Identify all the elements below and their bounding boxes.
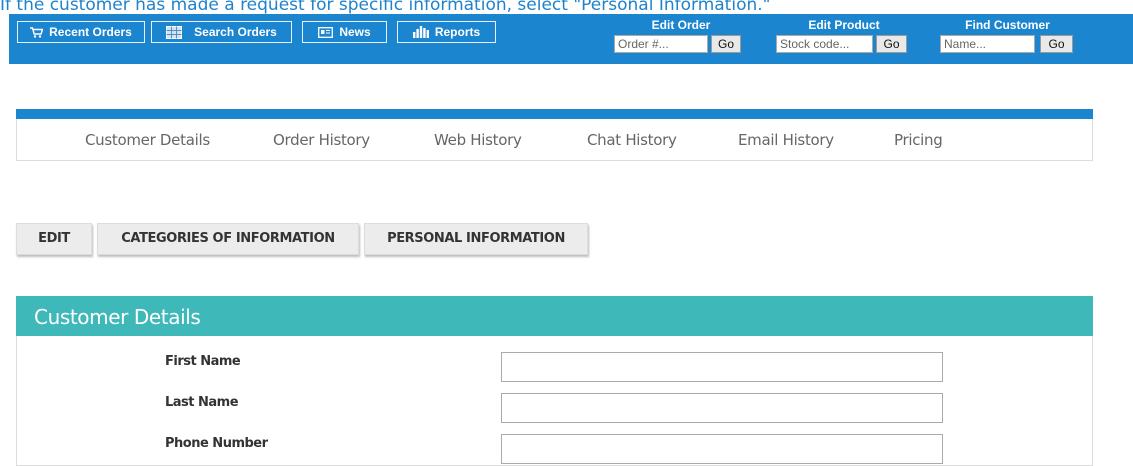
- news-label: News: [339, 25, 371, 39]
- cart-icon: [30, 26, 44, 38]
- tab-web-history[interactable]: Web History: [434, 119, 522, 160]
- edit-order-title: Edit Order: [651, 18, 711, 32]
- search-orders-label: Search Orders: [194, 25, 277, 39]
- top-navigation-bar: Recent Orders Search Orders News Reports…: [9, 14, 1133, 64]
- edit-product-go-button[interactable]: Go: [876, 35, 907, 53]
- last-name-field[interactable]: [501, 393, 943, 423]
- tab-pricing[interactable]: Pricing: [894, 119, 943, 160]
- recent-orders-button[interactable]: Recent Orders: [17, 21, 145, 43]
- categories-of-information-button[interactable]: CATEGORIES OF INFORMATION: [97, 223, 359, 255]
- grid-icon: [166, 25, 183, 39]
- customer-tabs: Customer Details Order History Web Histo…: [16, 119, 1093, 161]
- reports-label: Reports: [434, 25, 481, 39]
- reports-button[interactable]: Reports: [397, 21, 496, 43]
- customer-name-input[interactable]: [940, 35, 1035, 53]
- tab-email-history[interactable]: Email History: [738, 119, 834, 160]
- search-orders-button[interactable]: Search Orders: [151, 21, 292, 43]
- stock-code-input[interactable]: [776, 35, 873, 53]
- find-customer-go-button[interactable]: Go: [1040, 35, 1073, 53]
- edit-button[interactable]: EDIT: [16, 223, 92, 255]
- tab-order-history[interactable]: Order History: [273, 119, 370, 160]
- personal-information-button[interactable]: PERSONAL INFORMATION: [364, 223, 588, 255]
- edit-order-go-button[interactable]: Go: [711, 35, 741, 53]
- phone-number-field[interactable]: [501, 434, 943, 464]
- tab-chat-history[interactable]: Chat History: [587, 119, 677, 160]
- first-name-label: First Name: [165, 354, 241, 369]
- tab-customer-details[interactable]: Customer Details: [85, 119, 210, 160]
- recent-orders-label: Recent Orders: [49, 25, 132, 39]
- news-button[interactable]: News: [302, 21, 387, 43]
- first-name-field[interactable]: [501, 352, 943, 382]
- instruction-text: If the customer has made a request for s…: [0, 0, 771, 15]
- phone-number-label: Phone Number: [165, 436, 268, 451]
- order-number-input[interactable]: [614, 35, 708, 53]
- edit-product-title: Edit Product: [808, 18, 880, 32]
- find-customer-title: Find Customer: [965, 18, 1050, 32]
- customer-details-form: First Name Last Name Phone Number: [16, 336, 1093, 466]
- customer-details-header: Customer Details: [16, 296, 1093, 336]
- bar-chart-icon: [412, 26, 429, 38]
- last-name-label: Last Name: [165, 395, 239, 410]
- newspaper-icon: [318, 26, 334, 38]
- tab-strip: [16, 109, 1093, 119]
